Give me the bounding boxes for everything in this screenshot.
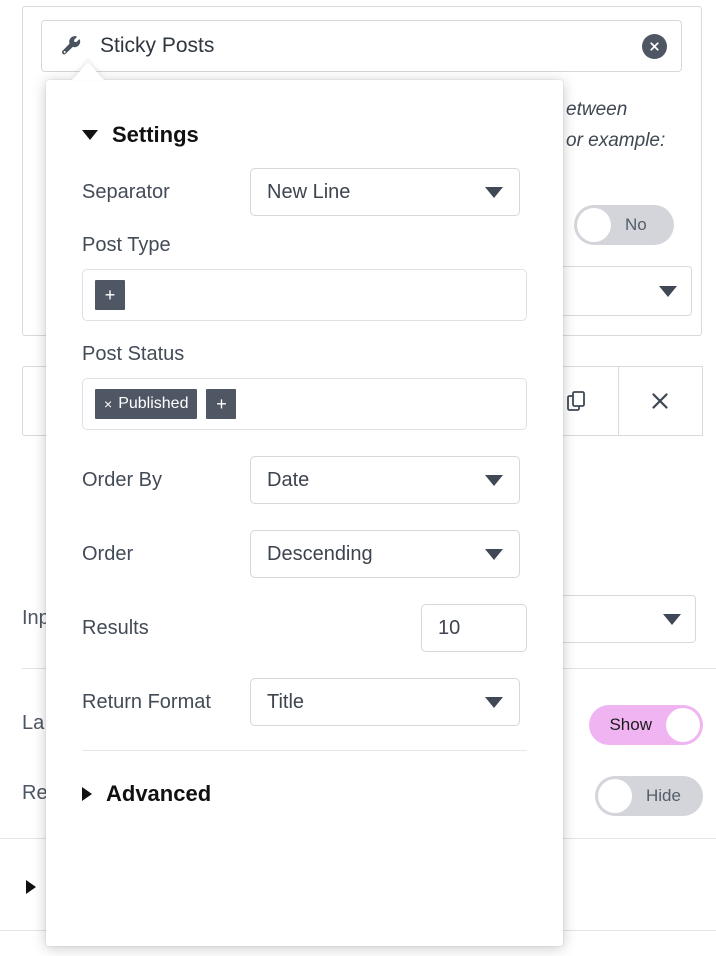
order-label: Order xyxy=(82,542,134,565)
wrench-icon xyxy=(61,36,81,55)
popover-arrow xyxy=(72,62,104,80)
toggle-knob xyxy=(577,208,611,242)
results-label: Results xyxy=(82,616,149,639)
chevron-down-icon xyxy=(485,696,503,708)
label-row-label: La xyxy=(22,712,45,734)
advanced-section-header[interactable]: Advanced xyxy=(82,765,527,827)
chevron-down-icon xyxy=(659,285,677,297)
close-icon xyxy=(650,41,659,51)
copy-icon xyxy=(566,391,585,411)
description-line-1: etween xyxy=(566,99,628,120)
delete-button[interactable] xyxy=(617,367,703,435)
field-header[interactable]: Sticky Posts xyxy=(41,20,682,72)
background-select-2[interactable] xyxy=(556,595,696,643)
return-format-value: Title xyxy=(267,690,305,713)
row-return-format: Return Format Title xyxy=(82,678,527,726)
field-title: Sticky Posts xyxy=(100,34,215,57)
settings-section: Settings Separator New Line Post Type + … xyxy=(46,80,563,751)
post-type-tokenbox[interactable]: + xyxy=(82,269,527,321)
toggle-knob xyxy=(598,779,632,813)
results-input[interactable]: 10 xyxy=(421,604,527,652)
chevron-down-icon xyxy=(663,613,681,625)
results-value: 10 xyxy=(438,616,461,639)
post-status-token[interactable]: × Published xyxy=(95,389,198,419)
post-status-label: Post Status xyxy=(82,343,185,365)
separator-value: New Line xyxy=(267,180,351,203)
settings-section-header[interactable]: Settings xyxy=(82,106,527,168)
row-post-type: Post Type + xyxy=(82,234,527,321)
no-toggle-label: No xyxy=(625,215,647,234)
return-format-select[interactable]: Title xyxy=(250,678,520,726)
close-field-button[interactable] xyxy=(642,33,667,59)
description-line-2: or example: xyxy=(566,130,666,151)
toggle-knob xyxy=(666,708,700,742)
show-toggle[interactable]: Show xyxy=(589,705,703,745)
chevron-down-icon xyxy=(82,130,98,140)
chevron-down-icon xyxy=(485,474,503,486)
row-separator: Separator New Line xyxy=(82,168,527,216)
advanced-section: Advanced xyxy=(46,751,563,827)
order-by-select[interactable]: Date xyxy=(250,456,520,504)
row-post-status: Post Status × Published + xyxy=(82,343,527,430)
advanced-title: Advanced xyxy=(106,781,212,806)
row-results: Results 10 xyxy=(82,604,527,652)
chevron-down-icon xyxy=(485,548,503,560)
token-label: Published xyxy=(118,395,189,412)
post-type-label: Post Type xyxy=(82,234,171,256)
separator-select[interactable]: New Line xyxy=(250,168,520,216)
separator-label: Separator xyxy=(82,180,170,203)
order-by-label: Order By xyxy=(82,468,163,491)
add-post-type-button[interactable]: + xyxy=(95,280,125,310)
close-x-icon xyxy=(652,393,668,409)
hide-toggle[interactable]: Hide xyxy=(595,776,703,816)
add-post-status-button[interactable]: + xyxy=(206,389,237,419)
settings-popover: Settings Separator New Line Post Type + … xyxy=(46,80,563,946)
row-order-by: Order By Date xyxy=(82,456,527,504)
settings-title: Settings xyxy=(112,122,199,147)
chevron-right-icon xyxy=(82,787,92,801)
row-order: Order Descending xyxy=(82,530,527,578)
background-select-1[interactable] xyxy=(556,266,692,316)
no-toggle[interactable]: No xyxy=(574,205,674,245)
results-control: 10 xyxy=(250,604,527,652)
return-format-label: Return Format xyxy=(82,690,211,713)
chevron-down-icon xyxy=(485,186,503,198)
required-row-label: Re xyxy=(22,782,48,804)
hide-toggle-label: Hide xyxy=(646,786,681,805)
order-by-value: Date xyxy=(267,468,310,491)
order-select[interactable]: Descending xyxy=(250,530,520,578)
screen: etween or example: No Inp La Re Show Hid… xyxy=(0,0,716,956)
post-status-tokenbox[interactable]: × Published + xyxy=(82,378,527,430)
remove-token-icon[interactable]: × xyxy=(104,397,112,411)
expand-section-triangle-icon[interactable] xyxy=(26,880,36,894)
order-value: Descending xyxy=(267,542,373,565)
show-toggle-label: Show xyxy=(609,715,652,734)
